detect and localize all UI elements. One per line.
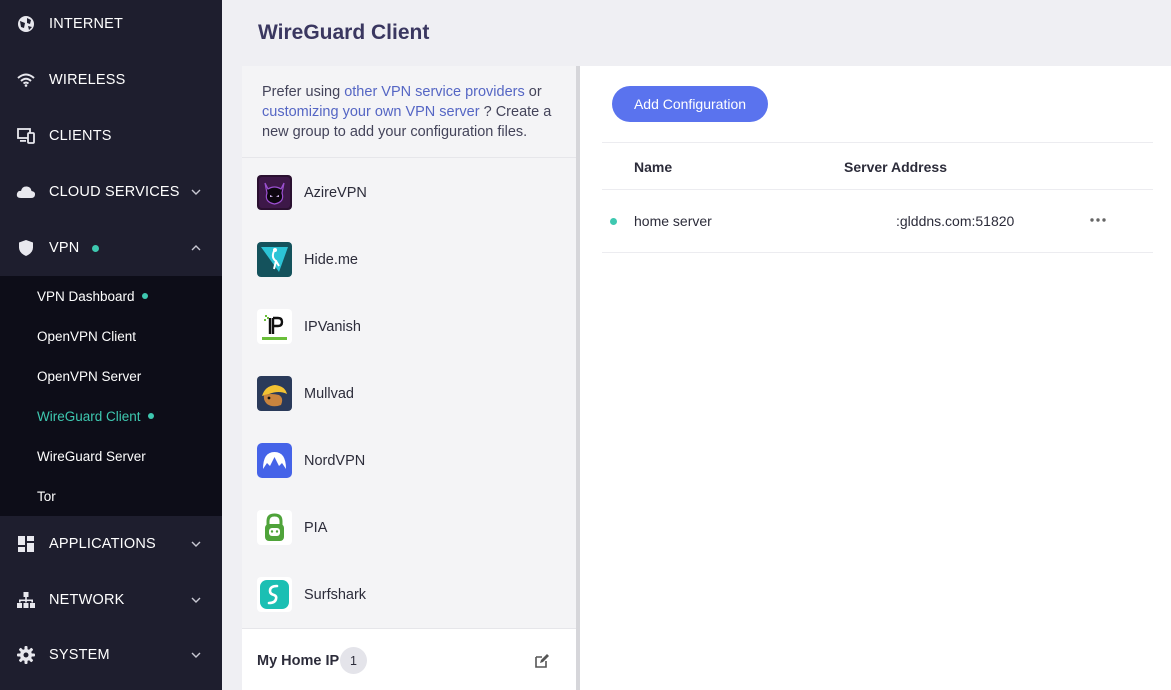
nav-applications[interactable]: APPLICATIONS: [0, 516, 222, 572]
intro-text: Prefer using: [262, 84, 345, 100]
provider-name: AzireVPN: [304, 184, 367, 201]
nav-label: SYSTEM: [49, 647, 110, 663]
globe-icon: [16, 14, 36, 34]
group-item-my-home-ip[interactable]: My Home IP 1: [242, 628, 576, 690]
status-dot: [142, 293, 148, 299]
status-dot: [148, 413, 154, 419]
status-dot: [92, 244, 99, 252]
submenu-wireguard-server[interactable]: WireGuard Server: [0, 436, 222, 476]
chevron-down-icon: [190, 594, 202, 606]
submenu-openvpn-client[interactable]: OpenVPN Client: [0, 316, 222, 356]
pia-logo: [257, 510, 292, 545]
apps-icon: [16, 534, 36, 554]
provider-panel: Prefer using other VPN service providers…: [242, 66, 576, 690]
submenu-label: Tor: [37, 488, 56, 504]
submenu-label: VPN Dashboard: [37, 288, 135, 304]
sidebar: INTERNET WIRELESS CLIENTS CLOUD SERVICES…: [0, 0, 222, 690]
submenu-tor[interactable]: Tor: [0, 476, 222, 516]
nav-cloud-services[interactable]: CLOUD SERVICES: [0, 164, 222, 220]
provider-intro: Prefer using other VPN service providers…: [242, 66, 576, 158]
mullvad-logo: [257, 376, 292, 411]
table-row[interactable]: home server :glddns.com:51820: [602, 190, 1153, 253]
config-table: Name Server Address home server :glddns.…: [602, 142, 1153, 253]
submenu-label: WireGuard Client: [37, 408, 141, 424]
gear-icon: [16, 645, 36, 665]
config-panel: Add Configuration Name Server Address ho…: [580, 66, 1171, 690]
chevron-up-icon: [190, 242, 202, 254]
submenu-label: OpenVPN Client: [37, 328, 137, 344]
provider-nordvpn[interactable]: NordVPN: [242, 427, 576, 494]
ipvanish-logo: [257, 309, 292, 344]
chevron-down-icon: [190, 538, 202, 550]
provider-pia[interactable]: PIA: [242, 494, 576, 561]
submenu-label: OpenVPN Server: [37, 368, 142, 384]
nav-clients[interactable]: CLIENTS: [0, 108, 222, 164]
group-name: My Home IP: [257, 653, 340, 669]
group-count-badge: 1: [340, 647, 367, 674]
status-dot: [610, 218, 617, 225]
nav-wireless[interactable]: WIRELESS: [0, 52, 222, 108]
provider-name: NordVPN: [304, 452, 366, 469]
nav-label: CLIENTS: [49, 128, 112, 144]
shield-icon: [16, 238, 36, 258]
chevron-down-icon: [190, 186, 202, 198]
nav-label: APPLICATIONS: [49, 536, 156, 552]
submenu-openvpn-server[interactable]: OpenVPN Server: [0, 356, 222, 396]
azirevpn-logo: [257, 175, 292, 210]
add-configuration-button[interactable]: Add Configuration: [612, 86, 768, 122]
provider-name: PIA: [304, 519, 328, 536]
column-header-name: Name: [634, 159, 673, 175]
nav-label: NETWORK: [49, 592, 125, 608]
provider-name: Mullvad: [304, 385, 354, 402]
nav-network[interactable]: NETWORK: [0, 572, 222, 628]
nav-label: CLOUD SERVICES: [49, 184, 180, 200]
server-address: :glddns.com:51820: [896, 213, 1015, 229]
provider-azirevpn[interactable]: AzireVPN: [242, 159, 576, 226]
devices-icon: [16, 126, 36, 146]
nav-internet[interactable]: INTERNET: [0, 0, 222, 52]
provider-ipvanish[interactable]: IPVanish: [242, 293, 576, 360]
network-icon: [16, 590, 36, 610]
table-header: Name Server Address: [602, 142, 1153, 190]
nav-vpn[interactable]: VPN: [0, 220, 222, 276]
more-options-icon[interactable]: [1088, 212, 1108, 228]
surfshark-logo: [257, 577, 292, 612]
submenu-vpn-dashboard[interactable]: VPN Dashboard: [0, 276, 222, 316]
submenu-wireguard-client[interactable]: WireGuard Client: [0, 396, 222, 436]
other-providers-link[interactable]: other VPN service providers: [344, 84, 525, 100]
edit-icon[interactable]: [534, 653, 550, 669]
provider-mullvad[interactable]: Mullvad: [242, 360, 576, 427]
column-header-server: Server Address: [844, 159, 947, 175]
nav-label: INTERNET: [49, 16, 124, 32]
provider-name: Hide.me: [304, 251, 358, 268]
cloud-icon: [16, 182, 36, 202]
wifi-icon: [16, 70, 36, 90]
vpn-submenu: VPN Dashboard OpenVPN Client OpenVPN Ser…: [0, 276, 222, 516]
nordvpn-logo: [257, 443, 292, 478]
provider-hideme[interactable]: Hide.me: [242, 226, 576, 293]
nav-label: WIRELESS: [49, 72, 126, 88]
chevron-down-icon: [190, 649, 202, 661]
provider-name: IPVanish: [304, 318, 361, 335]
provider-name: Surfshark: [304, 586, 367, 603]
page-title: WireGuard Client: [258, 21, 430, 44]
provider-surfshark[interactable]: Surfshark: [242, 561, 576, 628]
config-name: home server: [634, 213, 712, 229]
submenu-label: WireGuard Server: [37, 448, 146, 464]
nav-system[interactable]: SYSTEM: [0, 627, 222, 683]
nav-label: VPN: [49, 240, 80, 256]
intro-text: or: [524, 84, 542, 100]
custom-server-link[interactable]: customizing your own VPN server: [262, 104, 480, 120]
hideme-logo: [257, 242, 292, 277]
